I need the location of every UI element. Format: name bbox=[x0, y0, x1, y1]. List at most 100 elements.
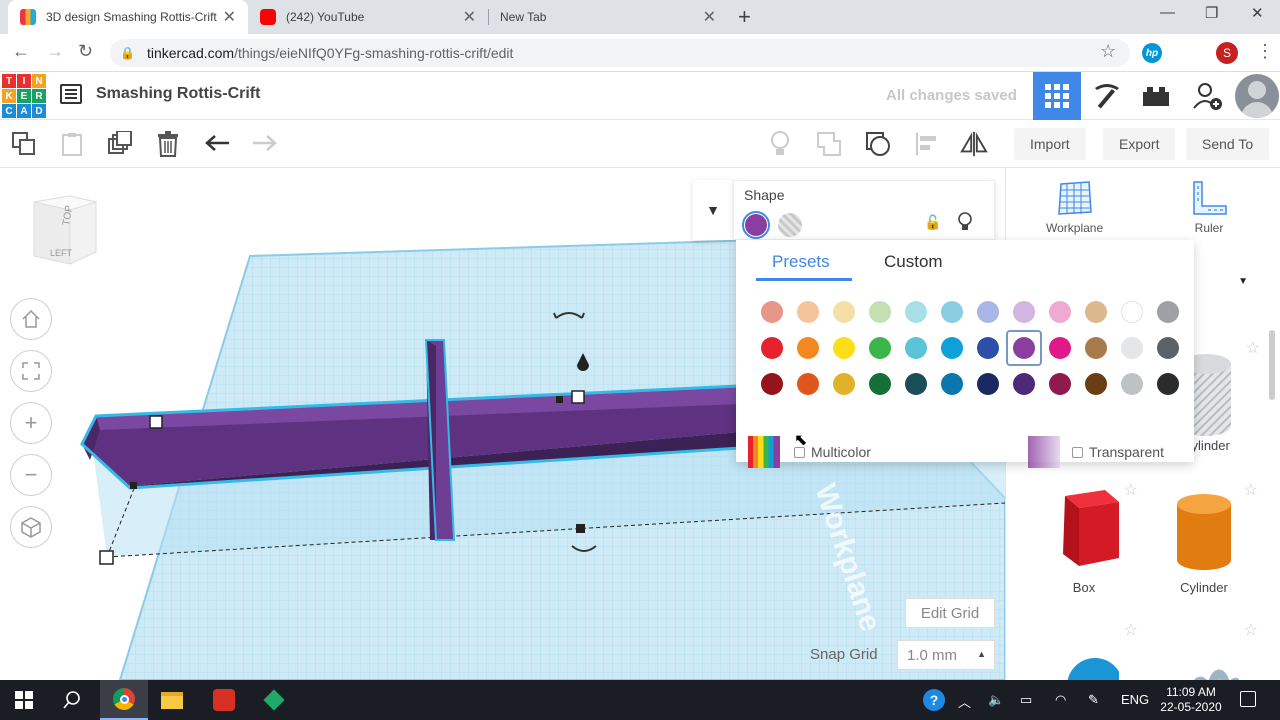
tab-tinkercad[interactable]: 3D design Smashing Rottis-Crift ✕ bbox=[8, 0, 248, 34]
color-swatch[interactable] bbox=[1042, 294, 1078, 330]
battery-icon[interactable]: ▭ bbox=[1020, 692, 1032, 708]
color-swatch[interactable] bbox=[934, 330, 970, 366]
blocks-button[interactable] bbox=[1083, 72, 1131, 120]
hp-extension-icon[interactable]: hp bbox=[1142, 43, 1162, 63]
shape-card-scribble[interactable]: ☆ bbox=[1144, 620, 1264, 680]
back-icon[interactable]: ← bbox=[12, 41, 30, 62]
transparent-checkbox[interactable] bbox=[1072, 446, 1083, 458]
reload-icon[interactable]: ↻ bbox=[78, 41, 93, 62]
solid-color-button[interactable] bbox=[742, 211, 770, 239]
favorite-star-icon[interactable]: ☆ bbox=[1244, 480, 1258, 500]
color-swatch[interactable] bbox=[1150, 366, 1186, 402]
color-swatch[interactable] bbox=[754, 366, 790, 402]
color-swatch[interactable] bbox=[898, 366, 934, 402]
tinkercad-logo[interactable]: T I N K E R C A D bbox=[2, 74, 46, 118]
close-tab-icon[interactable]: ✕ bbox=[703, 7, 716, 27]
snap-grid-select[interactable]: 1.0 mm ▲ bbox=[897, 640, 995, 670]
url-field[interactable]: 🔒 tinkercad.com/things/eieNIfQ0YFg-smash… bbox=[110, 39, 1130, 67]
delete-icon[interactable] bbox=[154, 130, 182, 158]
notifications-icon[interactable] bbox=[1240, 691, 1256, 707]
color-swatch[interactable] bbox=[970, 294, 1006, 330]
bricks-button[interactable] bbox=[1132, 72, 1180, 120]
color-swatch[interactable] bbox=[790, 294, 826, 330]
lock-icon[interactable]: 🔓 bbox=[924, 214, 941, 231]
export-button[interactable]: Export bbox=[1103, 128, 1176, 160]
panel-scrollbar[interactable] bbox=[1269, 330, 1275, 400]
color-swatch[interactable] bbox=[1114, 330, 1150, 366]
color-swatch[interactable] bbox=[1078, 294, 1114, 330]
shape-card-sphere[interactable]: ☆ bbox=[1024, 620, 1144, 680]
ruler-tool[interactable]: Ruler bbox=[1190, 180, 1228, 235]
color-swatch[interactable] bbox=[1042, 330, 1078, 366]
color-swatch[interactable] bbox=[862, 330, 898, 366]
transparent-option[interactable]: Transparent bbox=[1028, 436, 1164, 468]
resize-handle[interactable] bbox=[149, 415, 163, 429]
color-swatch[interactable] bbox=[862, 366, 898, 402]
browser-menu-icon[interactable]: ⋮ bbox=[1256, 41, 1274, 62]
pen-icon[interactable]: ✎ bbox=[1088, 692, 1099, 708]
green-app-button[interactable] bbox=[250, 680, 298, 720]
tab-custom[interactable]: Custom bbox=[884, 252, 943, 272]
duplicate-icon[interactable] bbox=[106, 130, 134, 158]
system-clock[interactable]: 11:09 AM 22-05-2020 bbox=[1160, 685, 1222, 715]
home-view-button[interactable] bbox=[10, 298, 52, 340]
color-swatch[interactable] bbox=[826, 294, 862, 330]
ortho-view-button[interactable] bbox=[10, 506, 52, 548]
color-swatch[interactable] bbox=[970, 366, 1006, 402]
bookmark-star-icon[interactable]: ☆ bbox=[1100, 41, 1116, 62]
visibility-bulb-icon[interactable] bbox=[958, 212, 972, 232]
color-swatch[interactable] bbox=[826, 330, 862, 366]
ungroup-icon[interactable] bbox=[864, 130, 892, 158]
design-title[interactable]: Smashing Rottis-Crift bbox=[96, 85, 260, 103]
file-explorer-button[interactable] bbox=[148, 680, 196, 720]
shape-category-dropdown[interactable]: ▼ bbox=[1196, 264, 1266, 304]
shape-card-box[interactable]: ☆ Box bbox=[1024, 480, 1144, 595]
align-icon[interactable] bbox=[913, 130, 941, 158]
resize-handle[interactable] bbox=[556, 396, 563, 403]
view-cube[interactable]: TOP LEFT bbox=[30, 190, 100, 270]
invite-user-button[interactable] bbox=[1184, 72, 1232, 120]
color-swatch[interactable] bbox=[898, 294, 934, 330]
resize-handle[interactable] bbox=[130, 482, 137, 489]
language-indicator[interactable]: ENG bbox=[1121, 692, 1149, 707]
forward-icon[interactable]: → bbox=[46, 41, 64, 62]
color-swatch[interactable] bbox=[754, 330, 790, 366]
color-swatch[interactable] bbox=[898, 330, 934, 366]
3d-view-button[interactable] bbox=[1033, 72, 1081, 120]
chrome-taskbar-button[interactable] bbox=[100, 680, 148, 720]
search-button[interactable] bbox=[48, 680, 96, 720]
window-close-icon[interactable]: ✕ bbox=[1251, 4, 1264, 22]
color-swatch[interactable] bbox=[1042, 366, 1078, 402]
resize-handle[interactable] bbox=[99, 550, 114, 565]
shape-card-cylinder[interactable]: ☆ Cylinder bbox=[1144, 480, 1264, 595]
user-avatar[interactable] bbox=[1235, 74, 1279, 118]
color-swatch[interactable] bbox=[1078, 330, 1114, 366]
new-tab-button[interactable]: + bbox=[738, 4, 751, 30]
resize-handle[interactable] bbox=[571, 390, 585, 404]
group-icon[interactable] bbox=[815, 130, 843, 158]
tab-presets[interactable]: Presets bbox=[772, 252, 830, 272]
favorite-star-icon[interactable]: ☆ bbox=[1244, 620, 1258, 640]
tab-youtube[interactable]: (242) YouTube ✕ bbox=[248, 0, 488, 34]
workplane-tool[interactable]: Workplane bbox=[1046, 180, 1103, 235]
close-tab-icon[interactable]: ✕ bbox=[463, 7, 476, 27]
import-button[interactable]: Import bbox=[1014, 128, 1086, 160]
zoom-out-button[interactable]: − bbox=[10, 454, 52, 496]
color-swatch[interactable] bbox=[1114, 366, 1150, 402]
color-swatch[interactable] bbox=[1150, 330, 1186, 366]
color-swatch[interactable] bbox=[1150, 294, 1186, 330]
tab-new-tab[interactable]: New Tab ✕ bbox=[488, 0, 728, 34]
color-swatch[interactable] bbox=[790, 330, 826, 366]
hole-button[interactable] bbox=[778, 213, 802, 237]
volume-icon[interactable]: 🔈 bbox=[988, 692, 1004, 708]
notes-bulb-icon[interactable] bbox=[766, 130, 794, 158]
design-menu-icon[interactable] bbox=[60, 84, 82, 104]
undo-icon[interactable] bbox=[204, 130, 232, 158]
color-swatch[interactable] bbox=[934, 294, 970, 330]
tray-chevron-icon[interactable]: ︿ bbox=[958, 692, 971, 711]
redo-icon[interactable] bbox=[250, 130, 278, 158]
close-tab-icon[interactable]: ✕ bbox=[223, 7, 236, 27]
inspector-collapse-button[interactable]: ▼ bbox=[693, 180, 733, 240]
favorite-star-icon[interactable]: ☆ bbox=[1246, 338, 1260, 358]
restore-icon[interactable]: ❐ bbox=[1205, 4, 1218, 22]
